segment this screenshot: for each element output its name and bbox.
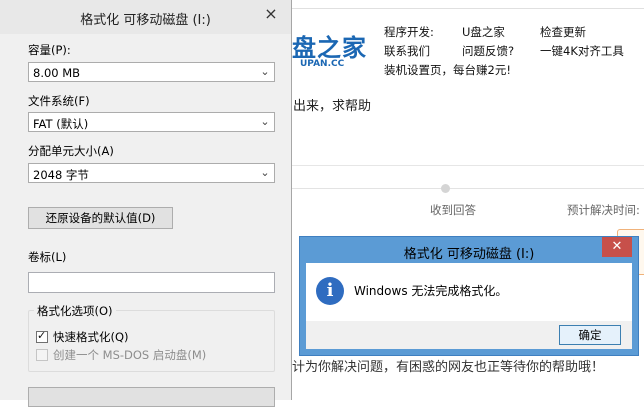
format-dialog: 格式化 可移动磁盘 (I:) × 容量(P): 8.00 MB ⌄ 文件系统(F… [0, 0, 292, 407]
question-title: 出来，求帮助 [293, 99, 372, 114]
capacity-select[interactable]: 8.00 MB ⌄ [28, 62, 275, 82]
help-banner-text: 计为你解决问题，有困惑的网友也正等待你的帮助哦！ [292, 360, 605, 375]
chevron-down-icon: ⌄ [260, 65, 270, 78]
format-options-label: 格式化选项(O) [34, 303, 116, 319]
chevron-down-icon: ⌄ [260, 166, 270, 179]
content-divider [292, 165, 644, 166]
quick-format-label: 快速格式化(Q) [53, 330, 129, 344]
header-upan-link[interactable]: U盘之家 [462, 24, 505, 40]
error-dialog-title: 格式化 可移动磁盘 (I:) [403, 247, 535, 262]
filesystem-label: 文件系统(F) [28, 94, 90, 108]
header-update-link[interactable]: 检查更新 [540, 24, 586, 40]
capacity-value: 8.00 MB [33, 66, 81, 80]
allocation-value: 2048 字节 [33, 168, 89, 182]
allocation-label: 分配单元大小(A) [28, 144, 114, 158]
header-contact-link[interactable]: 联系我们 [384, 43, 430, 59]
format-dialog-title: 格式化 可移动磁盘 (I:) [80, 13, 211, 28]
chevron-down-icon: ⌄ [260, 115, 270, 128]
logo-subtext: UPAN.CC [300, 59, 345, 69]
capacity-label: 容量(P): [28, 43, 71, 57]
msdos-boot-checkbox [36, 349, 48, 361]
volume-label-input[interactable] [28, 272, 275, 293]
close-icon[interactable]: × [258, 4, 284, 24]
header-setup-link[interactable]: 装机设置页，每台赚2元! [384, 62, 511, 78]
header-dev-label: 程序开发: [384, 25, 434, 39]
error-message: Windows 无法完成格式化。 [354, 284, 508, 298]
restore-defaults-button[interactable]: 还原设备的默认值(D) [28, 207, 173, 229]
site-logo[interactable]: 盘之家 UPAN.CC [292, 24, 372, 74]
error-dialog: 格式化 可移动磁盘 (I:) ✕ i Windows 无法完成格式化。 确定 [299, 236, 639, 356]
progress-dot [441, 184, 450, 193]
format-titlebar[interactable]: 格式化 可移动磁盘 (I:) × [0, 0, 291, 34]
header-4k-tool-link[interactable]: 一键4K对齐工具 [540, 43, 624, 59]
volume-label-label: 卷标(L) [28, 250, 67, 264]
msdos-boot-label: 创建一个 MS-DOS 启动盘(M) [53, 348, 207, 362]
error-dialog-body: i Windows 无法完成格式化。 [306, 263, 632, 321]
step-expected-label: 预计解决时间: [567, 203, 640, 217]
allocation-select[interactable]: 2048 字节 ⌄ [28, 163, 275, 183]
error-dialog-footer: 确定 [306, 321, 632, 349]
quick-format-checkbox[interactable] [36, 329, 48, 343]
close-icon[interactable]: ✕ [602, 237, 632, 257]
filesystem-value: FAT (默认) [33, 117, 89, 131]
logo-text: 盘之家 [292, 34, 367, 62]
top-divider [292, 0, 644, 9]
step-received-label: 收到回答 [430, 203, 476, 217]
info-icon: i [316, 277, 344, 305]
start-button[interactable] [28, 387, 275, 407]
header-feedback-link[interactable]: 问题反馈? [462, 43, 514, 59]
filesystem-select[interactable]: FAT (默认) ⌄ [28, 112, 275, 132]
progress-track [292, 188, 644, 189]
ok-button[interactable]: 确定 [559, 325, 621, 345]
